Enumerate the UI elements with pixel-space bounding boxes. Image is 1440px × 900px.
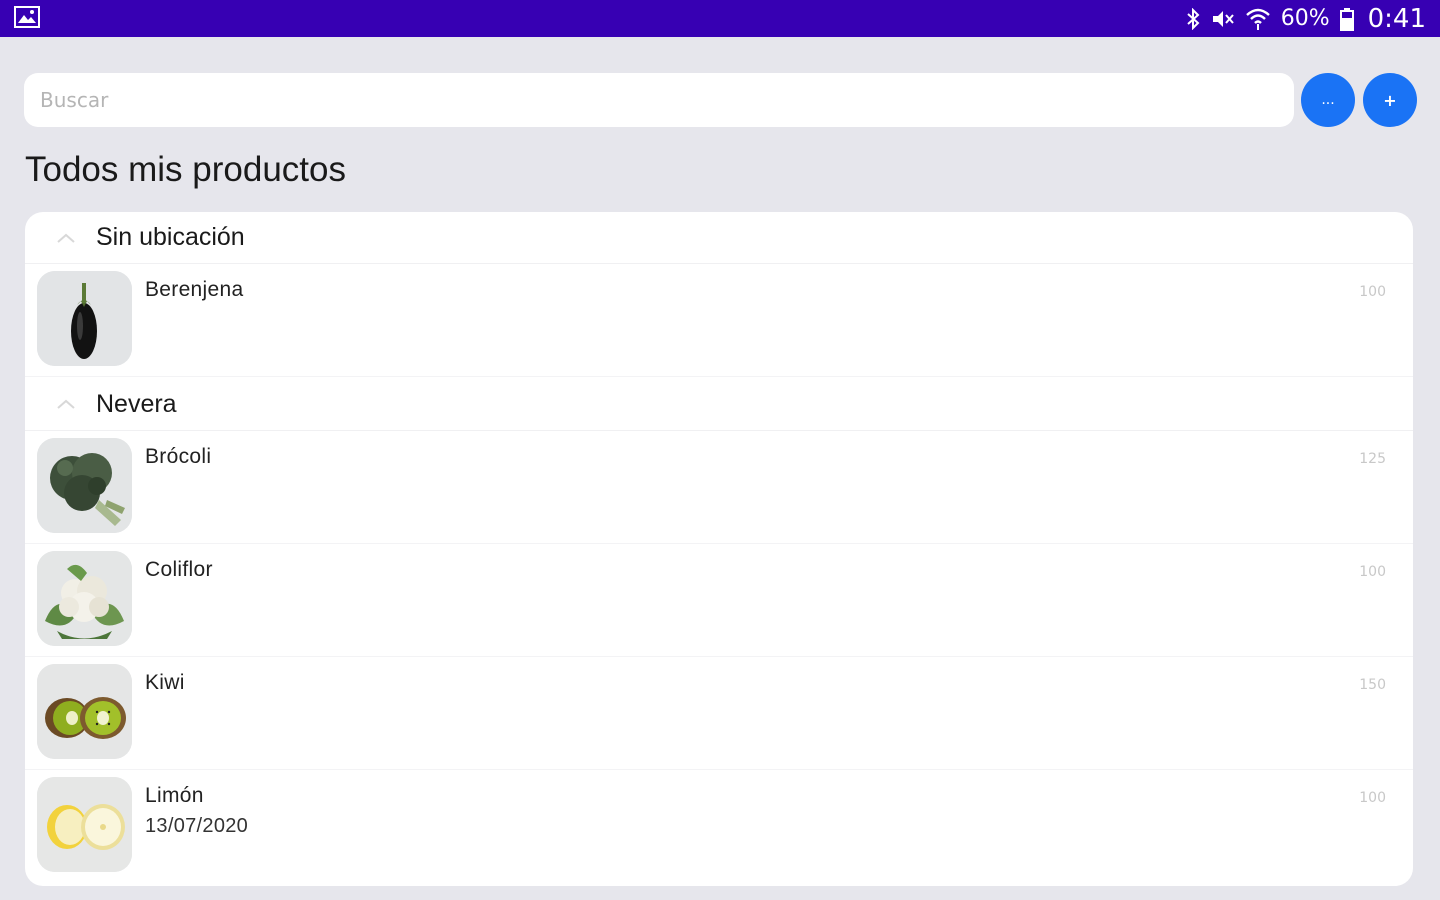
plus-icon: + (1383, 90, 1397, 110)
wifi-icon (1245, 7, 1271, 31)
item-quantity: 125 (1359, 451, 1386, 467)
item-quantity: 100 (1359, 790, 1386, 806)
item-quantity: 100 (1359, 564, 1386, 580)
search-input[interactable] (24, 73, 1294, 127)
section-label: Sin ubicación (96, 223, 245, 251)
list-item-kiwi[interactable]: Kiwi 150 (25, 657, 1413, 770)
more-icon: ... (1321, 92, 1335, 108)
bluetooth-icon (1185, 7, 1201, 30)
list-item-limon[interactable]: Limón 13/07/2020 100 (25, 770, 1413, 886)
list-item-brocoli[interactable]: Brócoli 125 (25, 431, 1413, 544)
status-bar: 60% 0:41 (0, 0, 1440, 37)
battery-percent: 60% (1280, 6, 1330, 31)
lemon-image (37, 777, 132, 872)
add-product-button[interactable]: + (1363, 73, 1417, 127)
section-header-sin-ubicacion[interactable]: Sin ubicación (25, 212, 1413, 264)
item-quantity: 100 (1359, 284, 1386, 300)
battery-icon (1339, 7, 1354, 31)
item-name: Limón (145, 784, 204, 807)
item-name: Kiwi (145, 671, 185, 694)
chevron-up-icon (57, 399, 75, 409)
item-name: Brócoli (145, 445, 212, 468)
section-label: Nevera (96, 389, 177, 418)
kiwi-image (37, 664, 132, 759)
item-name: Coliflor (145, 558, 213, 581)
item-date: 13/07/2020 (145, 815, 249, 837)
item-name: Berenjena (145, 278, 244, 301)
item-quantity: 150 (1359, 677, 1386, 693)
section-header-nevera[interactable]: Nevera (25, 378, 1413, 431)
broccoli-image (37, 438, 132, 533)
products-list: Sin ubicación Berenjena 100 Nevera Bróco… (25, 212, 1413, 886)
chevron-up-icon (57, 233, 75, 243)
list-item-berenjena[interactable]: Berenjena 100 (25, 264, 1413, 377)
more-options-button[interactable]: ... (1301, 73, 1355, 127)
page-title: Todos mis productos (25, 150, 346, 189)
cauliflower-image (37, 551, 132, 646)
eggplant-image (37, 271, 132, 366)
clock: 0:41 (1367, 3, 1426, 34)
gallery-notification-icon (14, 5, 40, 32)
mute-icon (1211, 8, 1235, 30)
list-item-coliflor[interactable]: Coliflor 100 (25, 544, 1413, 657)
search-bar (24, 73, 1294, 127)
